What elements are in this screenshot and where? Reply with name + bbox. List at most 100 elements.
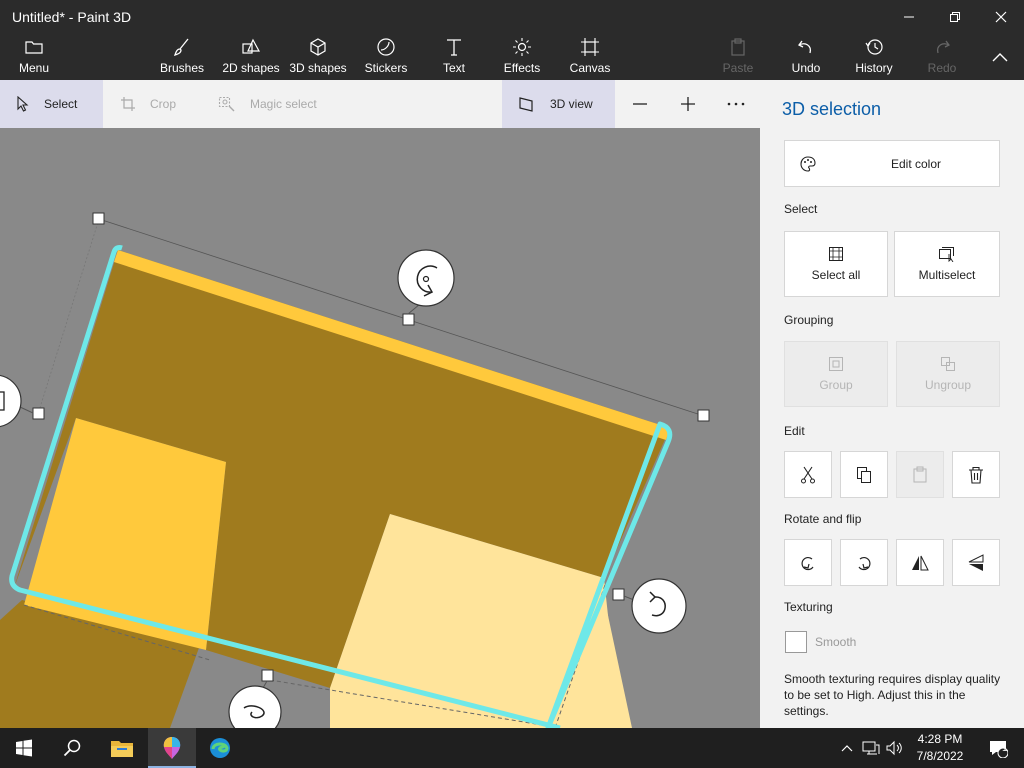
stickers-label: Stickers bbox=[364, 61, 408, 75]
magic-select-icon bbox=[218, 96, 235, 112]
3d-view-label: 3D view bbox=[550, 97, 593, 111]
crop-label: Crop bbox=[150, 97, 177, 111]
effects-button[interactable]: Effects bbox=[500, 34, 544, 80]
rotate-z-handle[interactable] bbox=[397, 249, 455, 315]
zoom-in-button[interactable] bbox=[674, 80, 702, 128]
redo-button[interactable]: Redo bbox=[922, 34, 962, 80]
rotate-y-handle[interactable] bbox=[228, 680, 282, 728]
flip-horizontal-button[interactable] bbox=[896, 539, 944, 586]
3d-view-toggle[interactable]: 3D view bbox=[502, 80, 615, 128]
text-label: Text bbox=[442, 61, 465, 75]
select-all-button[interactable]: Select all bbox=[784, 231, 888, 297]
copy-button[interactable] bbox=[840, 451, 888, 498]
group-button[interactable]: Group bbox=[784, 341, 888, 407]
palette-icon bbox=[800, 155, 816, 172]
folder-icon bbox=[25, 41, 43, 54]
resize-handle[interactable] bbox=[32, 407, 45, 420]
history-label: History bbox=[855, 61, 893, 75]
network-button[interactable] bbox=[860, 728, 882, 768]
multiselect-button[interactable]: Multiselect bbox=[894, 231, 1000, 297]
close-button[interactable] bbox=[978, 0, 1024, 34]
flip-horizontal-icon bbox=[912, 555, 929, 570]
2d-shapes-icon bbox=[242, 38, 261, 54]
rotate-x-handle[interactable] bbox=[623, 578, 687, 634]
paste-button[interactable]: Paste bbox=[718, 34, 758, 80]
edge-button[interactable] bbox=[196, 728, 244, 768]
2d-shapes-button[interactable]: 2D shapes bbox=[221, 34, 281, 80]
stickers-button[interactable]: Stickers bbox=[362, 34, 410, 80]
search-button[interactable] bbox=[48, 728, 96, 768]
crop-icon bbox=[121, 97, 135, 111]
redo-icon bbox=[937, 40, 950, 54]
show-hidden-icons-button[interactable] bbox=[838, 728, 856, 768]
magic-select-tool[interactable]: Magic select bbox=[202, 80, 342, 128]
group-label: Group bbox=[819, 378, 853, 392]
undo-button[interactable]: Undo bbox=[786, 34, 826, 80]
ungroup-button[interactable]: Ungroup bbox=[896, 341, 1000, 407]
menu-label: Menu bbox=[18, 61, 50, 75]
resize-handle[interactable] bbox=[92, 212, 105, 225]
crop-tool[interactable]: Crop bbox=[104, 80, 200, 128]
toolbar: Select Crop Magic select 3D view bbox=[0, 80, 760, 128]
select-label: Select bbox=[44, 97, 78, 111]
rotate-right-button[interactable] bbox=[840, 539, 888, 586]
resize-handle[interactable] bbox=[261, 669, 274, 682]
canvas-button[interactable]: Canvas bbox=[568, 34, 612, 80]
volume-button[interactable] bbox=[884, 728, 906, 768]
sticker-icon bbox=[377, 38, 395, 56]
text-icon bbox=[447, 39, 461, 56]
plus-icon bbox=[681, 97, 695, 111]
resize-handle[interactable] bbox=[612, 588, 625, 601]
brushes-button[interactable]: Brushes bbox=[157, 34, 207, 80]
rotate-left-icon bbox=[801, 556, 814, 570]
more-icon bbox=[727, 102, 745, 106]
cut-button[interactable] bbox=[784, 451, 832, 498]
grouping-section-heading: Grouping bbox=[784, 313, 834, 327]
resize-handle[interactable] bbox=[697, 409, 710, 422]
3d-shapes-button[interactable]: 3D shapes bbox=[288, 34, 348, 80]
history-button[interactable]: History bbox=[850, 34, 898, 80]
menu-button[interactable]: Menu bbox=[8, 34, 60, 80]
more-options-button[interactable] bbox=[722, 80, 750, 128]
zoom-out-button[interactable] bbox=[626, 80, 654, 128]
edit-color-button[interactable]: Edit color bbox=[784, 140, 1000, 187]
maximize-button[interactable] bbox=[932, 0, 978, 34]
text-button[interactable]: Text bbox=[434, 34, 474, 80]
select-tool[interactable]: Select bbox=[0, 80, 103, 128]
paint-3d-taskbar-button[interactable] bbox=[148, 728, 196, 768]
brushes-label: Brushes bbox=[159, 61, 205, 75]
resize-handle[interactable] bbox=[402, 313, 415, 326]
select-all-label: Select all bbox=[811, 268, 861, 282]
texturing-section-heading: Texturing bbox=[784, 600, 833, 614]
multiselect-label: Multiselect bbox=[918, 268, 976, 282]
start-button[interactable] bbox=[0, 728, 48, 768]
notification-count: 1 bbox=[1002, 743, 1008, 754]
delete-button[interactable] bbox=[952, 451, 1000, 498]
panel-title: 3D selection bbox=[782, 99, 882, 119]
ungroup-icon bbox=[941, 357, 955, 371]
folder-icon bbox=[111, 741, 133, 757]
smooth-label: Smooth bbox=[815, 635, 857, 649]
rotate-side-handle[interactable] bbox=[0, 374, 34, 428]
3d-shapes-label: 3D shapes bbox=[289, 61, 347, 75]
collapse-ribbon-button[interactable] bbox=[984, 34, 1016, 80]
system-clock[interactable]: 4:28 PM 7/8/2022 bbox=[912, 731, 968, 765]
minimize-button[interactable] bbox=[886, 0, 932, 34]
2d-shapes-label: 2D shapes bbox=[222, 61, 280, 75]
rotate-left-button[interactable] bbox=[784, 539, 832, 586]
flip-vertical-button[interactable] bbox=[952, 539, 1000, 586]
3d-view-icon bbox=[519, 97, 533, 112]
canvas-label: Canvas bbox=[569, 61, 611, 75]
paint-3d-icon bbox=[163, 737, 181, 759]
3d-scene[interactable] bbox=[0, 128, 760, 728]
smooth-checkbox[interactable] bbox=[785, 631, 807, 653]
clock-date: 7/8/2022 bbox=[916, 749, 964, 763]
ribbon: Menu Brushes 2D shapes 3D shapes Sticker… bbox=[0, 34, 1024, 80]
paste-panel-button[interactable] bbox=[896, 451, 944, 498]
select-all-icon bbox=[829, 247, 843, 261]
notification-center-button[interactable]: 1 bbox=[978, 728, 1018, 768]
minus-icon bbox=[633, 103, 647, 105]
canvas-area[interactable] bbox=[0, 128, 760, 728]
ungroup-label: Ungroup bbox=[924, 378, 972, 392]
file-explorer-button[interactable] bbox=[98, 728, 146, 768]
